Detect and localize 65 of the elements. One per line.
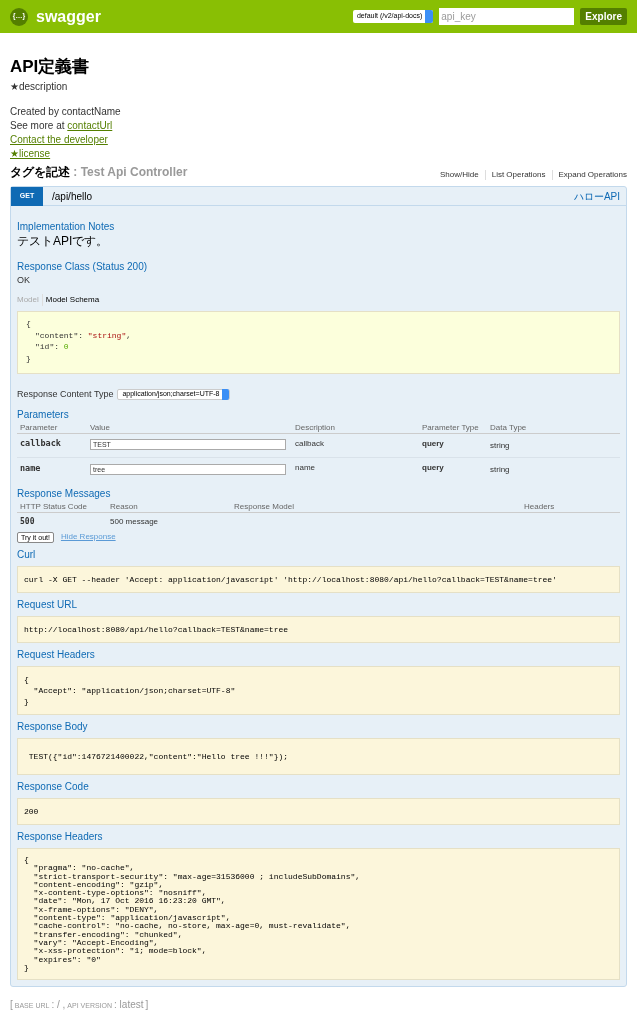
data-type: string (490, 464, 511, 476)
model-tab[interactable]: Model Schema (45, 294, 100, 306)
footer-bracket: ] (145, 998, 149, 1013)
code-block: TEST({"id":1476721400022,"content":"Hello tree !!!"}); (17, 738, 620, 775)
section-heading: Response Body (17, 720, 89, 734)
section-heading: Response Messages (17, 487, 112, 501)
license-link[interactable]: ★license (10, 147, 51, 161)
code-line: { (26, 318, 32, 330)
column-header: Response Model (234, 501, 296, 513)
code-line: "content": "string", (34, 329, 133, 341)
parameter-name: name (20, 461, 42, 475)
section-heading: Request URL (17, 598, 79, 612)
api-title: API定義書 (10, 56, 91, 78)
resource-action-link[interactable]: List Operations (491, 169, 546, 181)
column-header: Description (295, 422, 336, 434)
resource-action-link[interactable]: Expand Operations (558, 169, 627, 181)
section-heading: Curl (17, 548, 37, 562)
resource-name[interactable]: タグを記述 (10, 163, 70, 181)
operation-summary[interactable]: ハローAPI (573, 188, 620, 204)
section-heading: Parameters (17, 408, 70, 422)
status-code: 500 (20, 516, 36, 528)
parameter-type: query (422, 462, 445, 474)
parameter-description: name (295, 462, 316, 474)
column-header: Parameter Type (422, 422, 480, 434)
code-block: { "Accept": "application/json;charset=UTF-8" } (17, 666, 620, 715)
resource-description: : Test Api Controller (72, 164, 188, 181)
section-heading: Implementation Notes (17, 220, 116, 234)
code-block: { "pragma": "no-cache", "strict-transport-security": "max-age=31536000 ; includeSubDomains", "content-encoding": "gzip", "x-content-type-options": "nosniff", "date": "Mon, 17 Oct 2016 16:23:20 GMT", "x-frame-options": "DENY", "content-type": "application/javascript", "cache-control": "no-cache, no-store, max-age=0, must-revalidate", "transfer-encoding": "chunked", "vary": "Accept-Encoding", "x-xss-protection": "1; mode=block", "expires": "0" } (17, 848, 620, 981)
content-type-label: Response Content Type (17, 387, 114, 401)
section-heading: Request Headers (17, 648, 96, 662)
code-block: http://localhost:8080/api/hello?callback=TEST&name=tree (17, 616, 620, 643)
see-more-text: See more at (10, 119, 66, 133)
column-header: Data Type (490, 422, 528, 434)
parameter-description: callback (295, 437, 325, 450)
column-header: Parameter (20, 422, 59, 434)
code-block: 200 (17, 798, 620, 825)
explore-button[interactable]: Explore (580, 8, 627, 25)
select-caret-icon (222, 389, 230, 400)
footer-bracket: [ (10, 998, 13, 1013)
api-key-field[interactable]: api_key (439, 8, 575, 25)
code-line: } (26, 352, 32, 364)
contact-link[interactable]: Contact the developer (10, 133, 108, 147)
code-block: curl -X GET --header 'Accept: application/javascript' 'http://localhost:8080/api/hello?callback=TEST&name=tree' (17, 566, 620, 593)
select-caret-icon (425, 10, 434, 23)
parameter-type: query (422, 437, 445, 450)
column-header: HTTP Status Code (20, 501, 88, 513)
parameter-name: callback (20, 437, 62, 450)
column-header: Reason (110, 501, 139, 513)
contact-name: Created by contactName (10, 105, 122, 119)
section-heading: Response Code (17, 780, 90, 794)
api-description: ★description (10, 80, 69, 94)
base-url-value: : / , (51, 998, 66, 1013)
operation-path[interactable]: /api/hello (52, 188, 93, 204)
status-reason: 500 message (110, 516, 160, 528)
section-heading: Response Class (Status 200) (17, 260, 149, 274)
implementation-notes: テストAPIです。 (17, 234, 110, 248)
data-type: string (490, 439, 511, 452)
code-line: "id": 0 (34, 341, 70, 353)
section-heading: Response Headers (17, 830, 104, 844)
resource-action-link[interactable]: Show/Hide (440, 169, 479, 181)
api-version-value: : latest (114, 998, 144, 1013)
column-header: Headers (524, 501, 556, 513)
contact-url-link[interactable]: contactUrl (67, 119, 113, 133)
column-header: Value (90, 422, 111, 434)
response-class: OK (17, 274, 31, 286)
